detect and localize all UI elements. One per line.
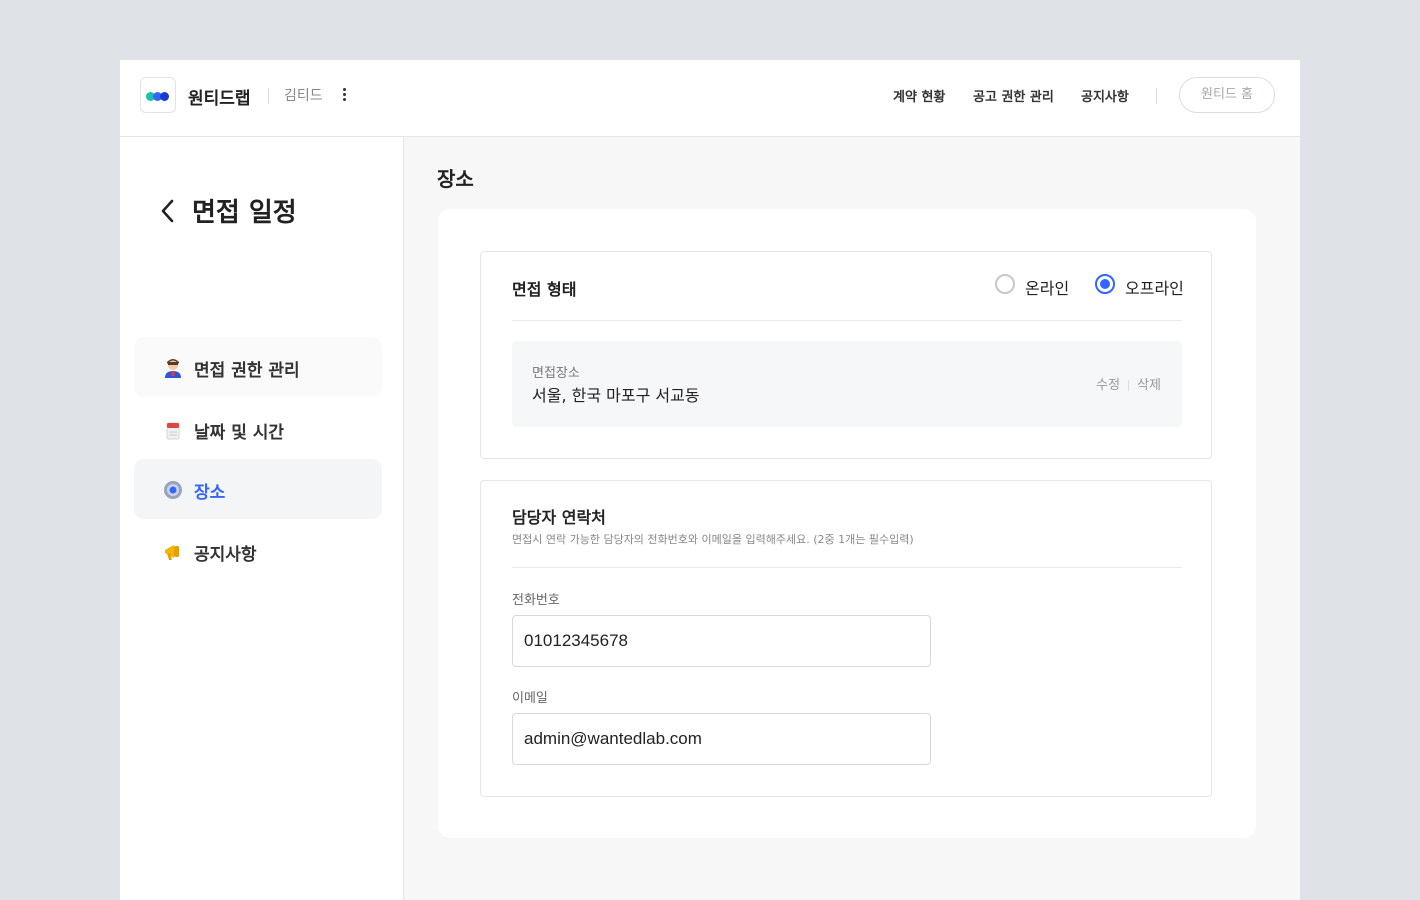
radio-offline-label: 오프라인	[1125, 279, 1184, 298]
megaphone-emoji-icon	[165, 545, 179, 560]
user-name: 김티드	[284, 88, 323, 104]
interview-place-box: 면접장소 서울, 한국 마포구 서교동 수정 삭제	[512, 341, 1182, 427]
sidebar-item-notice[interactable]: 공지사항	[134, 521, 382, 581]
more-options-icon[interactable]	[338, 86, 350, 104]
company-name: 원티드랩	[188, 89, 251, 109]
sidebar-item-location[interactable]: 장소	[134, 459, 382, 519]
place-actions: 수정 삭제	[1096, 374, 1161, 393]
calendar-emoji-icon	[166, 422, 180, 440]
sidebar-item-label: 날짜 및 시간	[194, 423, 285, 443]
radio-unchecked-icon[interactable]	[995, 274, 1015, 294]
sidebar-item-label: 면접 권한 관리	[194, 361, 300, 381]
location-pin-emoji-icon	[164, 481, 182, 499]
sidebar-title: 면접 일정	[192, 198, 297, 228]
place-label: 면접장소	[532, 366, 580, 381]
sidebar-item-label: 공지사항	[194, 545, 257, 565]
radio-offline[interactable]: 오프라인	[1095, 274, 1195, 298]
delete-place-button[interactable]: 삭제	[1137, 378, 1161, 393]
sidebar-item-date-time[interactable]: 날짜 및 시간	[134, 399, 382, 459]
nav-job-permission[interactable]: 공고 권한 관리	[973, 86, 1054, 105]
location-card: 면접 형태 온라인 오프라인 면접장소 서울, 한국 마포구 서교동 수정 삭제 …	[438, 209, 1256, 838]
company-logo[interactable]	[140, 77, 176, 113]
radio-checked-icon[interactable]	[1095, 274, 1115, 294]
radio-online[interactable]: 온라인	[995, 274, 1085, 298]
sidebar-item-label: 장소	[194, 483, 226, 503]
email-input[interactable]	[512, 713, 931, 765]
divider	[512, 320, 1182, 321]
contact-title: 담당자 연락처	[512, 508, 606, 527]
divider	[1128, 380, 1130, 391]
nav-notice[interactable]: 공지사항	[1081, 86, 1129, 105]
sidebar-item-interview-permission[interactable]: 면접 권한 관리	[134, 337, 382, 397]
person-emoji-icon	[165, 359, 181, 378]
interview-type-title: 면접 형태	[512, 280, 577, 299]
edit-place-button[interactable]: 수정	[1096, 378, 1120, 393]
logo-dot-icon	[160, 92, 169, 101]
radio-online-label: 온라인	[1025, 279, 1070, 298]
back-chevron-icon[interactable]	[158, 198, 178, 224]
email-label: 이메일	[512, 691, 548, 706]
divider	[1156, 88, 1157, 104]
sidebar: 면접 일정 면접 권한 관리 날짜 및 시간 장소 공지사항	[120, 137, 404, 900]
interview-type-section: 면접 형태 온라인 오프라인 면접장소 서울, 한국 마포구 서교동 수정 삭제	[480, 251, 1212, 459]
phone-label: 전화번호	[512, 593, 560, 608]
divider	[268, 88, 269, 104]
wanted-home-button[interactable]: 원티드 홈	[1179, 77, 1275, 113]
app-window: 원티드랩 김티드 계약 현황 공고 권한 관리 공지사항 원티드 홈 면접 일정…	[120, 60, 1300, 900]
nav-contract-status[interactable]: 계약 현황	[893, 86, 945, 105]
page-title: 장소	[437, 167, 474, 191]
contact-description: 면접시 연락 가능한 담당자의 전화번호와 이메일을 입력해주세요. (2중 1…	[512, 533, 914, 546]
top-header: 원티드랩 김티드 계약 현황 공고 권한 관리 공지사항 원티드 홈	[120, 60, 1300, 137]
phone-input[interactable]	[512, 615, 931, 667]
place-value: 서울, 한국 마포구 서교동	[532, 386, 700, 405]
contact-section: 담당자 연락처 면접시 연락 가능한 담당자의 전화번호와 이메일을 입력해주세…	[480, 480, 1212, 797]
divider	[512, 567, 1182, 568]
